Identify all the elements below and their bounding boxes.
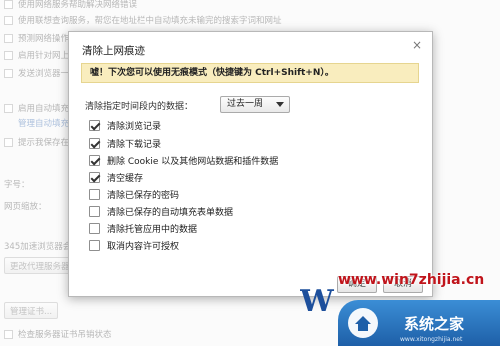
option-checkbox[interactable] [89, 206, 100, 217]
watermark-badge-subtext: www.xitongzhijia.net [400, 336, 463, 343]
option-checkbox[interactable] [89, 189, 100, 200]
option-label: 清空缓存 [107, 174, 144, 184]
time-range-value: 过去一周 [227, 99, 264, 109]
option-empty-cache[interactable]: 清空缓存 [89, 171, 143, 184]
house-icon [348, 308, 378, 338]
close-icon[interactable]: × [410, 38, 424, 52]
option-clear-hosted-app-data[interactable]: 清除托管应用中的数据 [89, 222, 197, 235]
option-checkbox[interactable] [89, 223, 100, 234]
option-checkbox[interactable] [89, 240, 100, 251]
watermark-logo-icon: W [300, 284, 335, 317]
dialog-title: 清除上网痕迹 [82, 45, 145, 57]
option-checkbox[interactable] [89, 138, 100, 149]
watermark-url: www.win7zhijia.cn [338, 272, 485, 288]
option-clear-history[interactable]: 清除浏览记录 [89, 119, 161, 132]
clear-browsing-data-dialog: 清除上网痕迹 × 嘘！下次您可以使用无痕模式（快捷键为 Ctrl+Shift+N… [68, 31, 433, 297]
time-range-label: 清除指定时间段内的数据： [85, 102, 194, 112]
option-label: 取消内容许可授权 [107, 242, 180, 252]
option-delete-cookies[interactable]: 删除 Cookie 以及其他网站数据和插件数据 [89, 154, 278, 167]
option-label: 清除已保存的自动填充表单数据 [107, 208, 234, 218]
option-label: 清除托管应用中的数据 [107, 225, 198, 235]
option-clear-passwords[interactable]: 清除已保存的密码 [89, 188, 179, 201]
time-range-select[interactable]: 过去一周 [220, 96, 290, 113]
watermark-badge-text: 系统之家 [404, 315, 465, 333]
chevron-down-icon [276, 102, 284, 107]
option-checkbox[interactable] [89, 155, 100, 166]
option-clear-downloads[interactable]: 清除下载记录 [89, 137, 161, 150]
incognito-tip-banner: 嘘！下次您可以使用无痕模式（快捷键为 Ctrl+Shift+N）。 [81, 63, 419, 83]
option-checkbox[interactable] [89, 172, 100, 183]
option-label: 清除浏览记录 [107, 122, 162, 132]
watermark-logo-text: W [300, 284, 335, 317]
option-label: 删除 Cookie 以及其他网站数据和插件数据 [107, 157, 279, 167]
option-clear-autofill[interactable]: 清除已保存的自动填充表单数据 [89, 205, 233, 218]
option-checkbox[interactable] [89, 120, 100, 131]
option-label: 清除已保存的密码 [107, 191, 180, 201]
option-label: 清除下载记录 [107, 140, 162, 150]
option-revoke-content-licenses[interactable]: 取消内容许可授权 [89, 239, 179, 252]
